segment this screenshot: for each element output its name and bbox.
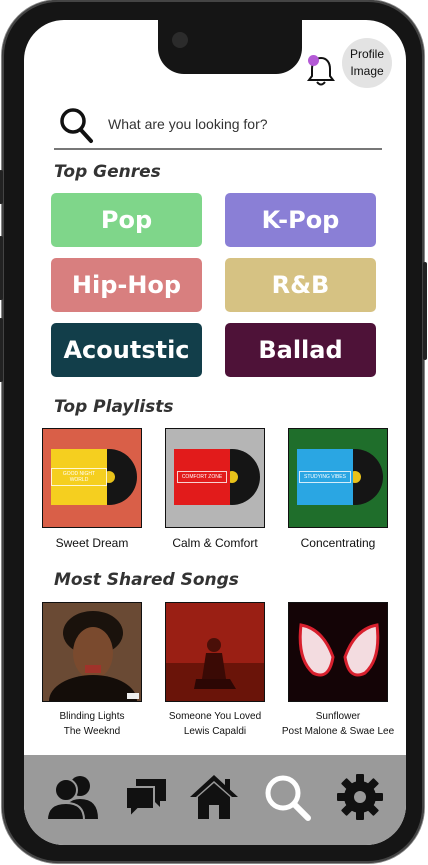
app-screen: Profile Image Top Genres Pop K-Pop Hip-H…	[24, 20, 406, 845]
playlist-card[interactable]: STUDYING VIBES Concentrating	[288, 428, 388, 550]
song-title: Sunflower	[315, 711, 361, 722]
nav-settings[interactable]	[332, 771, 388, 823]
genre-pop[interactable]: Pop	[51, 193, 202, 247]
cover-tag: COMFORT ZONE	[176, 471, 228, 483]
genre-label: Acoutstic	[63, 336, 190, 364]
settings-icon	[337, 774, 383, 820]
cover-tag: GOOD NIGHT WORLD	[51, 468, 107, 486]
genre-hiphop[interactable]: Hip-Hop	[51, 258, 202, 312]
album-sleeve: STUDYING VIBES	[297, 449, 353, 505]
album-art	[288, 602, 388, 702]
song-info: Sunflower Post Malone & Swae Lee	[264, 709, 406, 739]
notification-dot	[308, 55, 319, 66]
genre-label: R&B	[271, 271, 330, 299]
genre-label: Pop	[100, 206, 153, 234]
power-button	[423, 262, 427, 360]
genre-label: Hip-Hop	[71, 271, 182, 299]
genre-acoustic[interactable]: Acoutstic	[51, 323, 202, 377]
playlist-card[interactable]: GOOD NIGHT WORLD Sweet Dream	[42, 428, 142, 550]
search-bar[interactable]	[54, 102, 382, 150]
playlist-label: Calm & Comfort	[172, 536, 258, 550]
bottom-nav-bar	[24, 755, 406, 845]
phone-frame: Profile Image Top Genres Pop K-Pop Hip-H…	[0, 0, 427, 863]
search-input[interactable]	[108, 112, 368, 136]
nav-search[interactable]	[260, 771, 316, 823]
album-art-image	[43, 603, 141, 701]
playlist-label: Sweet Dream	[55, 536, 129, 550]
most-shared-songs-title: Most Shared Songs	[54, 570, 239, 590]
genre-label: Ballad	[258, 336, 343, 364]
genre-rnb[interactable]: R&B	[225, 258, 376, 312]
album-sleeve: GOOD NIGHT WORLD	[51, 449, 107, 505]
volume-down-button	[0, 318, 3, 382]
song-artist: Post Malone & Swae Lee	[281, 726, 395, 737]
playlist-cover: COMFORT ZONE	[165, 428, 265, 528]
profile-label: Profile Image	[349, 47, 384, 78]
playlist-card[interactable]: COMFORT ZONE Calm & Comfort	[165, 428, 265, 550]
album-art	[165, 602, 265, 702]
song-card[interactable]: Sunflower Post Malone & Swae Lee	[282, 602, 394, 739]
search-icon	[60, 108, 93, 143]
genre-ballad[interactable]: Ballad	[225, 323, 376, 377]
nav-chat[interactable]	[118, 771, 174, 823]
top-playlists-title: Top Playlists	[54, 397, 174, 417]
mute-switch	[0, 170, 3, 204]
notch	[158, 20, 302, 74]
album-art-image	[166, 603, 264, 701]
profile-image[interactable]: Profile Image	[342, 38, 392, 88]
song-card[interactable]: Blinding Lights The Weeknd	[42, 602, 142, 739]
album-art-image	[289, 603, 387, 701]
camera	[172, 32, 188, 48]
home-icon	[190, 775, 238, 819]
volume-up-button	[0, 236, 3, 300]
search-icon	[265, 775, 311, 821]
song-card[interactable]: Someone You Loved Lewis Capaldi	[165, 602, 265, 739]
playlist-cover: GOOD NIGHT WORLD	[42, 428, 142, 528]
genre-label: K-Pop	[261, 206, 340, 234]
playlist-label: Concentrating	[300, 536, 376, 550]
nav-friends[interactable]	[45, 771, 101, 823]
friends-icon	[46, 776, 98, 821]
album-sleeve: COMFORT ZONE	[174, 449, 230, 505]
nav-home[interactable]	[186, 771, 242, 823]
chat-icon	[125, 779, 166, 820]
playlist-cover: STUDYING VIBES	[288, 428, 388, 528]
top-genres-title: Top Genres	[54, 162, 161, 182]
genre-kpop[interactable]: K-Pop	[225, 193, 376, 247]
cover-tag: STUDYING VIBES	[299, 471, 351, 483]
album-art	[42, 602, 142, 702]
